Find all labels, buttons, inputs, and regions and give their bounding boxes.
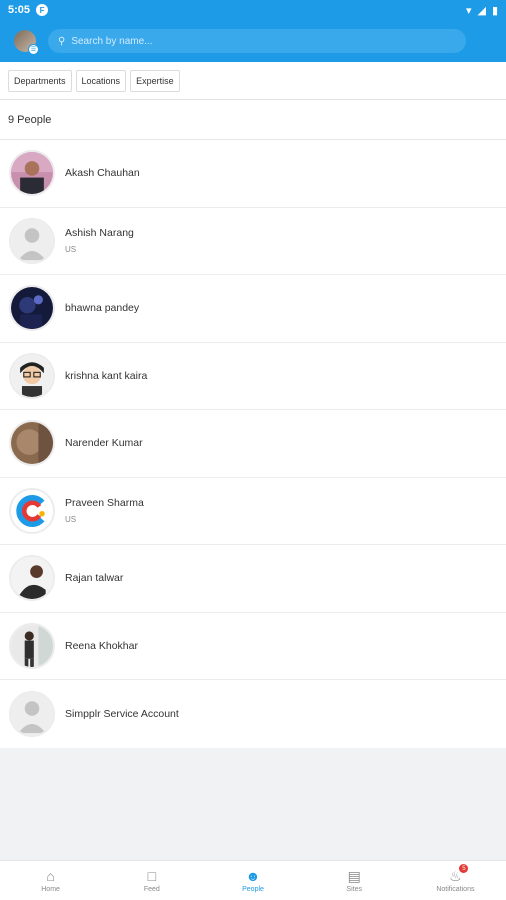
person-name: krishna kant kaira bbox=[65, 369, 148, 382]
nav-people[interactable]: ☻ People bbox=[202, 861, 303, 900]
person-row[interactable]: Simpplr Service Account bbox=[0, 680, 506, 748]
person-name: Ashish Narang bbox=[65, 227, 134, 240]
filter-departments[interactable]: Departments bbox=[8, 69, 72, 92]
app-header: ☰ ⚲ bbox=[0, 20, 506, 62]
search-bar[interactable]: ⚲ bbox=[48, 29, 466, 53]
person-name: bhawna pandey bbox=[65, 302, 140, 315]
nav-feed[interactable]: □ Feed bbox=[101, 861, 202, 900]
filter-expertise[interactable]: Expertise bbox=[130, 69, 180, 92]
status-icons: ▾ ◢ ▮ bbox=[466, 4, 498, 17]
wifi-icon: ▾ bbox=[465, 4, 472, 17]
person-name: Rajan talwar bbox=[65, 572, 124, 585]
person-row[interactable]: Narender Kumar bbox=[0, 410, 506, 478]
home-icon: ⌂ bbox=[46, 867, 55, 884]
bottom-navigation: ⌂ Home □ Feed ☻ People ▤ Sites ♨ 5 Notif… bbox=[0, 860, 506, 900]
status-bar: 5:05 F ▾ ◢ ▮ bbox=[0, 0, 506, 20]
nav-sites-label: Sites bbox=[346, 885, 362, 893]
avatar bbox=[9, 420, 55, 467]
people-icon: ☻ bbox=[245, 867, 261, 884]
filter-locations[interactable]: Locations bbox=[75, 69, 127, 92]
person-row[interactable]: Reena Khokhar bbox=[0, 613, 506, 680]
profile-avatar[interactable]: ☰ bbox=[14, 30, 39, 55]
search-icon: ⚲ bbox=[58, 35, 66, 47]
person-name: Akash Chauhan bbox=[65, 167, 140, 180]
avatar bbox=[9, 622, 55, 669]
status-time: 5:05 bbox=[8, 4, 31, 16]
nav-notifications-label: Notifications bbox=[436, 885, 475, 893]
person-location: US bbox=[65, 515, 77, 525]
person-row[interactable]: Praveen Sharma US bbox=[0, 478, 506, 545]
nav-home[interactable]: ⌂ Home bbox=[0, 861, 101, 900]
avatar bbox=[9, 217, 55, 264]
search-input[interactable] bbox=[71, 35, 456, 47]
nav-home-label: Home bbox=[41, 885, 60, 893]
avatar bbox=[9, 150, 55, 197]
app-notification-icon: F bbox=[36, 4, 49, 16]
filter-bar: Departments Locations Expertise bbox=[0, 62, 506, 100]
avatar bbox=[9, 555, 55, 602]
nav-people-label: People bbox=[242, 885, 264, 893]
avatar bbox=[9, 352, 55, 399]
person-name: Simpplr Service Account bbox=[65, 707, 179, 720]
person-row[interactable]: Ashish Narang US bbox=[0, 208, 506, 275]
notification-count-badge: 5 bbox=[459, 864, 469, 873]
person-name: Praveen Sharma bbox=[65, 497, 144, 510]
signal-icon: ◢ bbox=[477, 4, 486, 17]
nav-feed-label: Feed bbox=[143, 885, 160, 893]
people-list: 9 People Akash Chauhan Ashish Narang US … bbox=[0, 100, 506, 748]
avatar bbox=[9, 285, 55, 332]
person-row[interactable]: bhawna pandey bbox=[0, 275, 506, 343]
feed-icon: □ bbox=[147, 867, 157, 884]
nav-sites[interactable]: ▤ Sites bbox=[304, 861, 405, 900]
person-name: Narender Kumar bbox=[65, 437, 143, 450]
battery-icon: ▮ bbox=[491, 4, 498, 17]
avatar bbox=[9, 690, 55, 737]
person-row[interactable]: Rajan talwar bbox=[0, 545, 506, 613]
people-count: 9 People bbox=[0, 100, 506, 140]
person-location: US bbox=[65, 245, 77, 255]
sites-icon: ▤ bbox=[347, 867, 361, 884]
menu-badge-icon: ☰ bbox=[28, 44, 39, 55]
person-row[interactable]: Akash Chauhan bbox=[0, 140, 506, 208]
avatar bbox=[9, 487, 55, 534]
nav-notifications[interactable]: ♨ 5 Notifications bbox=[405, 861, 506, 900]
person-row[interactable]: krishna kant kaira bbox=[0, 343, 506, 410]
person-name: Reena Khokhar bbox=[65, 639, 138, 652]
